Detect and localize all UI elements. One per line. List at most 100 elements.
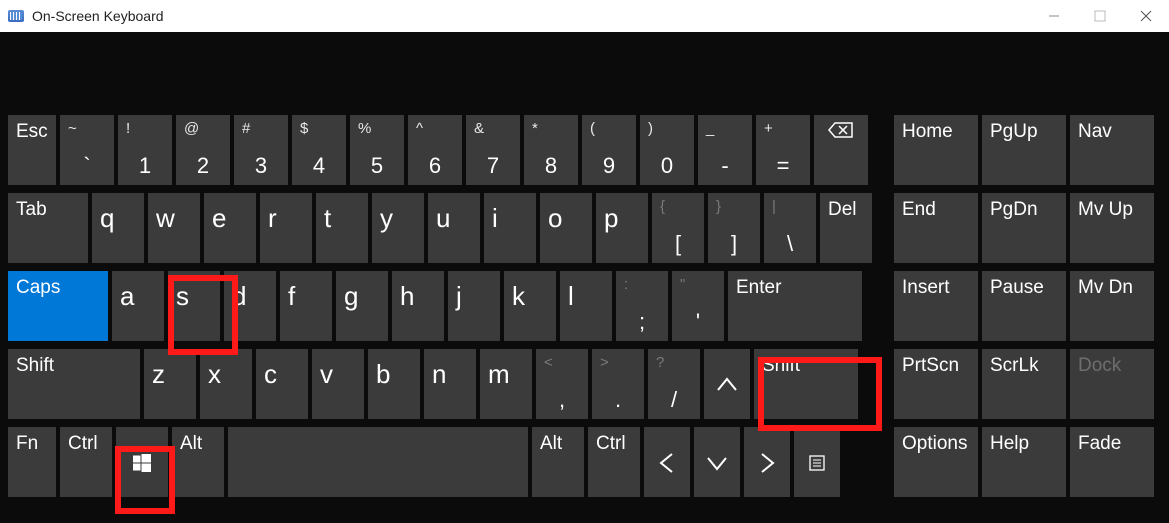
row-bottom: Fn Ctrl Alt Alt Ctrl bbox=[8, 427, 878, 497]
digit-0-key[interactable]: )0 bbox=[640, 115, 694, 185]
y-key[interactable]: y bbox=[372, 193, 424, 263]
right-alt-key[interactable]: Alt bbox=[532, 427, 584, 497]
backtick-key[interactable]: ~` bbox=[60, 115, 114, 185]
left-arrow-key[interactable] bbox=[644, 427, 690, 497]
prtscn-key[interactable]: PrtScn bbox=[894, 349, 978, 419]
k-key[interactable]: k bbox=[504, 271, 556, 341]
options-key[interactable]: Options bbox=[894, 427, 978, 497]
left-shift-key[interactable]: Shift bbox=[8, 349, 140, 419]
f-key[interactable]: f bbox=[280, 271, 332, 341]
enter-key[interactable]: Enter bbox=[728, 271, 862, 341]
chevron-left-icon bbox=[659, 452, 675, 474]
digit-8-key[interactable]: *8 bbox=[524, 115, 578, 185]
digit-5-key[interactable]: %5 bbox=[350, 115, 404, 185]
left-alt-key[interactable]: Alt bbox=[172, 427, 224, 497]
r-key[interactable]: r bbox=[260, 193, 312, 263]
u-key[interactable]: u bbox=[428, 193, 480, 263]
e-key[interactable]: e bbox=[204, 193, 256, 263]
titlebar: On-Screen Keyboard bbox=[0, 0, 1169, 32]
pause-key[interactable]: Pause bbox=[982, 271, 1066, 341]
j-key[interactable]: j bbox=[448, 271, 500, 341]
digit-6-key[interactable]: ^6 bbox=[408, 115, 462, 185]
backspace-icon bbox=[828, 121, 854, 139]
digit-4-key[interactable]: $4 bbox=[292, 115, 346, 185]
maximize-button[interactable] bbox=[1077, 0, 1123, 32]
backspace-key[interactable] bbox=[814, 115, 868, 185]
chevron-down-icon bbox=[706, 455, 728, 471]
d-key[interactable]: d bbox=[224, 271, 276, 341]
digit-2-key[interactable]: @2 bbox=[176, 115, 230, 185]
up-arrow-key[interactable] bbox=[704, 349, 750, 419]
osk-app-icon bbox=[8, 10, 24, 22]
esc-key[interactable]: Esc bbox=[8, 115, 56, 185]
p-key[interactable]: p bbox=[596, 193, 648, 263]
maximize-icon bbox=[1094, 10, 1106, 22]
left-bracket-key[interactable]: {[ bbox=[652, 193, 704, 263]
c-key[interactable]: c bbox=[256, 349, 308, 419]
pgdn-key[interactable]: PgDn bbox=[982, 193, 1066, 263]
minimize-button[interactable] bbox=[1031, 0, 1077, 32]
w-key[interactable]: w bbox=[148, 193, 200, 263]
row-qwerty: Tab q w e r t y u i o p {[ }] |\ Del bbox=[8, 193, 878, 263]
t-key[interactable]: t bbox=[316, 193, 368, 263]
digit-9-key[interactable]: (9 bbox=[582, 115, 636, 185]
semicolon-key[interactable]: :; bbox=[616, 271, 668, 341]
close-button[interactable] bbox=[1123, 0, 1169, 32]
q-key[interactable]: q bbox=[92, 193, 144, 263]
pgup-key[interactable]: PgUp bbox=[982, 115, 1066, 185]
right-ctrl-key[interactable]: Ctrl bbox=[588, 427, 640, 497]
v-key[interactable]: v bbox=[312, 349, 364, 419]
tab-key[interactable]: Tab bbox=[8, 193, 88, 263]
g-key[interactable]: g bbox=[336, 271, 388, 341]
s-key[interactable]: s bbox=[168, 271, 220, 341]
h-key[interactable]: h bbox=[392, 271, 444, 341]
help-key[interactable]: Help bbox=[982, 427, 1066, 497]
x-key[interactable]: x bbox=[200, 349, 252, 419]
l-key[interactable]: l bbox=[560, 271, 612, 341]
digit-1-key[interactable]: !1 bbox=[118, 115, 172, 185]
del-key[interactable]: Del bbox=[820, 193, 872, 263]
menu-key[interactable] bbox=[794, 427, 840, 497]
home-key[interactable]: Home bbox=[894, 115, 978, 185]
keyboard: Esc ~` !1 @2 #3 $4 %5 ^6 &7 *8 (9 )0 _- … bbox=[0, 32, 1169, 515]
scrlk-key[interactable]: ScrLk bbox=[982, 349, 1066, 419]
right-arrow-key[interactable] bbox=[744, 427, 790, 497]
fade-key[interactable]: Fade bbox=[1070, 427, 1154, 497]
right-shift-key[interactable]: Shift bbox=[754, 349, 858, 419]
period-key[interactable]: >. bbox=[592, 349, 644, 419]
backslash-key[interactable]: |\ bbox=[764, 193, 816, 263]
fn-key[interactable]: Fn bbox=[8, 427, 56, 497]
a-key[interactable]: a bbox=[112, 271, 164, 341]
end-key[interactable]: End bbox=[894, 193, 978, 263]
caps-key[interactable]: Caps bbox=[8, 271, 108, 341]
digit-7-key[interactable]: &7 bbox=[466, 115, 520, 185]
dock-key[interactable]: Dock bbox=[1070, 349, 1154, 419]
mv-dn-key[interactable]: Mv Dn bbox=[1070, 271, 1154, 341]
m-key[interactable]: m bbox=[480, 349, 532, 419]
context-menu-icon bbox=[809, 455, 825, 471]
insert-key[interactable]: Insert bbox=[894, 271, 978, 341]
digit-3-key[interactable]: #3 bbox=[234, 115, 288, 185]
row-numbers: Esc ~` !1 @2 #3 $4 %5 ^6 &7 *8 (9 )0 _- … bbox=[8, 115, 878, 185]
nav-key[interactable]: Nav bbox=[1070, 115, 1154, 185]
minus-key[interactable]: _- bbox=[698, 115, 752, 185]
close-icon bbox=[1140, 10, 1152, 22]
left-ctrl-key[interactable]: Ctrl bbox=[60, 427, 112, 497]
mv-up-key[interactable]: Mv Up bbox=[1070, 193, 1154, 263]
minimize-icon bbox=[1048, 10, 1060, 22]
equals-key[interactable]: += bbox=[756, 115, 810, 185]
comma-key[interactable]: <, bbox=[536, 349, 588, 419]
down-arrow-key[interactable] bbox=[694, 427, 740, 497]
chevron-up-icon bbox=[716, 377, 738, 393]
quote-key[interactable]: "' bbox=[672, 271, 724, 341]
b-key[interactable]: b bbox=[368, 349, 420, 419]
row-home: Caps a s d f g h j k l :; "' Enter bbox=[8, 271, 878, 341]
right-bracket-key[interactable]: }] bbox=[708, 193, 760, 263]
o-key[interactable]: o bbox=[540, 193, 592, 263]
i-key[interactable]: i bbox=[484, 193, 536, 263]
n-key[interactable]: n bbox=[424, 349, 476, 419]
slash-key[interactable]: ?/ bbox=[648, 349, 700, 419]
z-key[interactable]: z bbox=[144, 349, 196, 419]
space-key[interactable] bbox=[228, 427, 528, 497]
windows-key[interactable] bbox=[116, 427, 168, 497]
